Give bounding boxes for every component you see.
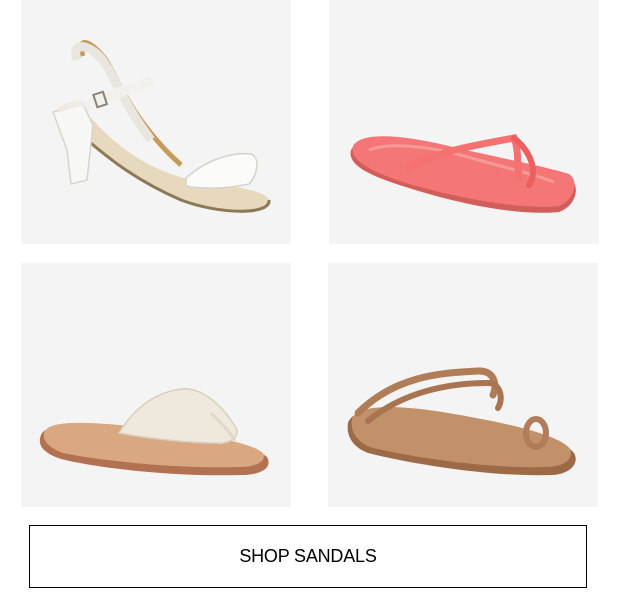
white-heel-sandal-image	[52, 40, 271, 213]
product-tile-tan-strappy-sandal[interactable]	[328, 263, 598, 507]
tan-strappy-sandal-image	[347, 367, 576, 476]
shop-sandals-button[interactable]: SHOP SANDALS	[29, 525, 587, 588]
product-tile-white-heel-sandal[interactable]	[21, 0, 291, 244]
coral-flip-flop-image	[350, 134, 576, 213]
cream-slide-image	[39, 388, 269, 476]
shop-sandals-label: SHOP SANDALS	[239, 546, 377, 566]
product-tile-coral-flip-flop[interactable]	[329, 0, 599, 244]
product-tile-cream-slide[interactable]	[21, 263, 291, 507]
